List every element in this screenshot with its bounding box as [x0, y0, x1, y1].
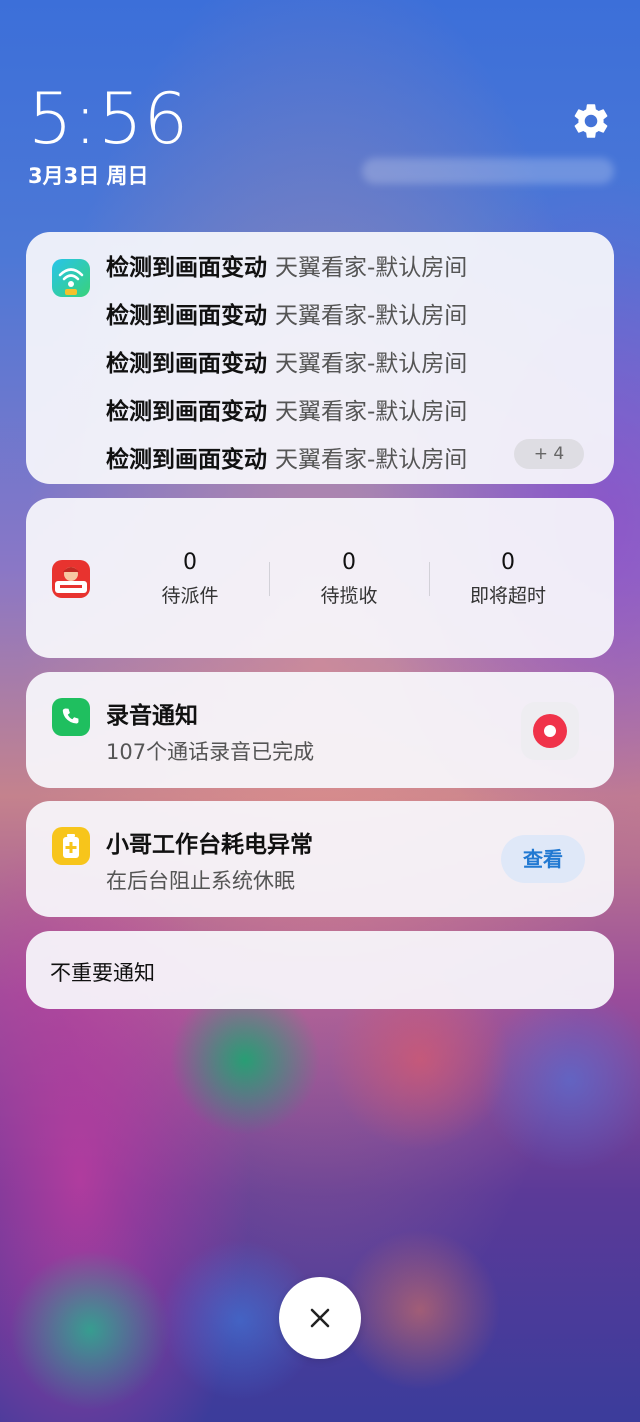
notification-source: 天翼看家-默认房间 — [275, 447, 468, 473]
camera-notification-row: 检测到画面变动 天翼看家-默认房间 — [106, 296, 467, 330]
phone-icon — [52, 698, 90, 736]
divider — [269, 562, 270, 596]
notification-title: 小哥工作台耗电异常 — [106, 832, 313, 858]
battery-notification-card[interactable]: 小哥工作台耗电异常 在后台阻止系统休眠 查看 — [26, 801, 614, 917]
stat-pending-delivery: 0 待派件 — [120, 550, 260, 608]
lockscreen-date: 3月3日 周日 — [28, 164, 149, 188]
notification-title: 检测到画面变动 — [106, 255, 267, 281]
courier-stats-card[interactable]: 0 待派件 0 待揽收 0 即将超时 — [26, 498, 614, 658]
stat-value: 0 — [501, 550, 515, 575]
lockscreen-clock: 5:56 — [28, 78, 190, 160]
camera-notification-row: 检测到画面变动 天翼看家-默认房间 — [106, 344, 467, 378]
notification-subtitle: 在后台阻止系统休眠 — [106, 869, 295, 893]
recording-notification-card[interactable]: 录音通知 107个通话录音已完成 — [26, 672, 614, 788]
camera-notification-row: 检测到画面变动 天翼看家-默认房间 — [106, 248, 467, 282]
camera-notification-row: 检测到画面变动 天翼看家-默认房间 — [106, 392, 467, 426]
stat-value: 0 — [342, 550, 356, 575]
stat-label: 即将超时 — [469, 585, 546, 607]
courier-app-icon — [52, 560, 90, 598]
camera-notification-row: 检测到画面变动 天翼看家-默认房间 — [106, 440, 467, 474]
notification-title: 录音通知 — [106, 703, 198, 729]
divider — [429, 562, 430, 596]
record-icon — [533, 714, 567, 748]
unimportant-label: 不重要通知 — [50, 961, 155, 985]
stat-label: 待揽收 — [320, 585, 378, 607]
tianyi-camera-icon — [52, 259, 90, 297]
stat-pending-pickup: 0 待揽收 — [279, 550, 419, 608]
notification-subtitle: 107个通话录音已完成 — [106, 740, 315, 764]
blurred-status-area — [362, 158, 614, 184]
stat-near-timeout: 0 即将超时 — [438, 550, 578, 608]
notification-title: 检测到画面变动 — [106, 447, 267, 473]
notification-title: 检测到画面变动 — [106, 351, 267, 377]
stat-value: 0 — [183, 550, 197, 575]
view-button[interactable]: 查看 — [501, 835, 585, 883]
notification-title: 检测到画面变动 — [106, 399, 267, 425]
notification-source: 天翼看家-默认房间 — [275, 255, 468, 281]
notification-source: 天翼看家-默认房间 — [275, 303, 468, 329]
notification-source: 天翼看家-默认房间 — [275, 399, 468, 425]
record-button[interactable] — [521, 702, 579, 760]
gear-icon[interactable] — [570, 100, 612, 142]
camera-notification-card[interactable]: 检测到画面变动 天翼看家-默认房间 检测到画面变动 天翼看家-默认房间 检测到画面变… — [26, 232, 614, 484]
close-icon[interactable] — [279, 1277, 361, 1359]
notification-title: 检测到画面变动 — [106, 303, 267, 329]
stat-label: 待派件 — [161, 585, 219, 607]
battery-warning-icon — [52, 827, 90, 865]
unimportant-notifications-card[interactable]: 不重要通知 — [26, 931, 614, 1009]
notification-source: 天翼看家-默认房间 — [275, 351, 468, 377]
expand-more-badge[interactable]: + 4 — [514, 439, 584, 469]
